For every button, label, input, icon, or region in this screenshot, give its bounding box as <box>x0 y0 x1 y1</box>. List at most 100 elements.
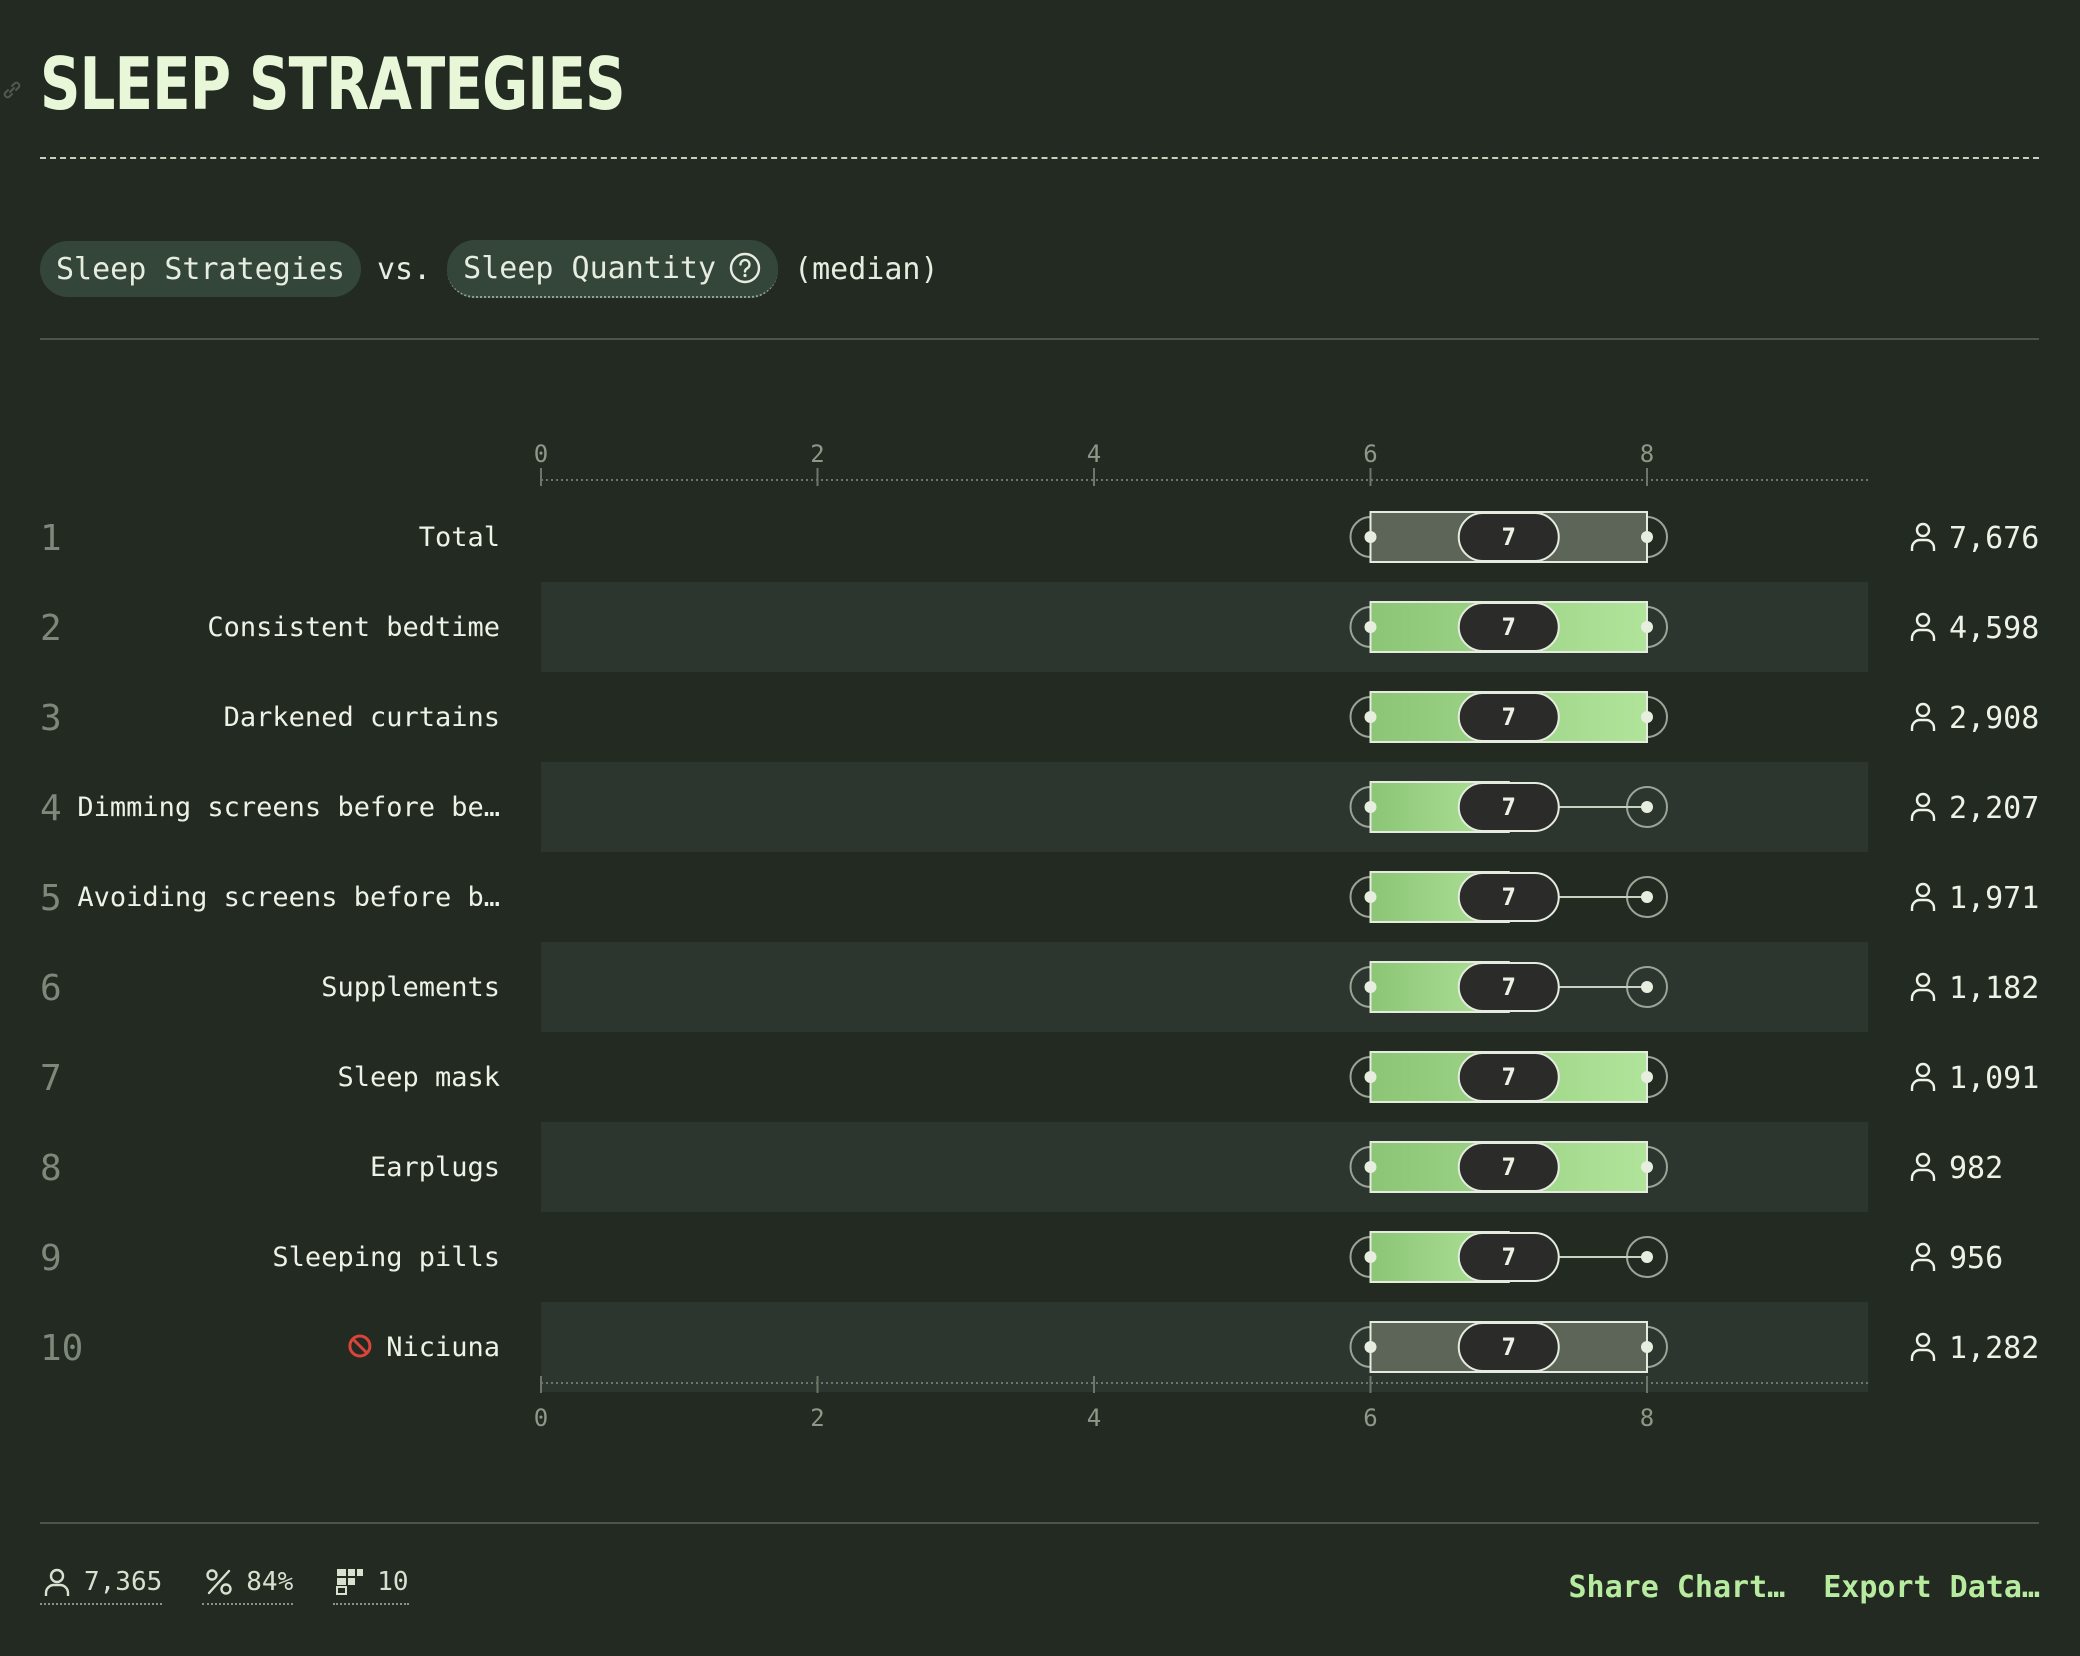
whisker-min-dot <box>1364 711 1377 723</box>
percent-icon <box>206 1569 232 1595</box>
row-label: Supplements <box>321 972 500 1003</box>
whisker-max-dot <box>1641 1341 1653 1353</box>
person-icon <box>1910 522 1936 551</box>
row-rank: 6 <box>40 968 62 1009</box>
percent-stat[interactable]: 84% <box>202 1565 294 1605</box>
row-rank: 9 <box>40 1238 62 1279</box>
person-head <box>1915 612 1931 628</box>
median-label: 7 <box>1502 883 1516 911</box>
row-count: 1,091 <box>1949 1061 2039 1096</box>
footer-divider <box>40 1522 2039 1524</box>
row-label: Niciuna <box>386 1332 500 1363</box>
person-icon <box>1910 702 1936 731</box>
whisker-max-dot <box>1641 1161 1653 1173</box>
whisker-min-dot <box>1364 891 1377 903</box>
chart-row-9: 9 Sleeping pills 7 956 <box>40 1231 2003 1283</box>
person-icon <box>1910 972 1936 1001</box>
person-head <box>1915 522 1931 538</box>
whisker-max-dot <box>1641 621 1653 633</box>
whisker-min-dot <box>1364 1161 1377 1173</box>
footer-stats: 7,365 84% 10 <box>40 1565 409 1605</box>
person-icon <box>1910 612 1936 641</box>
whisker-min-dot <box>1364 801 1377 813</box>
median-label: 7 <box>1502 523 1516 551</box>
person-body <box>1910 1258 1936 1271</box>
no-entry-icon <box>348 1334 372 1358</box>
person-icon <box>1910 1242 1936 1271</box>
row-rank: 7 <box>40 1058 62 1099</box>
row-rank: 8 <box>40 1148 62 1189</box>
chart-row-1: 1 Total 7 7,676 <box>40 511 2039 563</box>
groups-stat[interactable]: 10 <box>333 1565 409 1605</box>
row-label: Dimming screens before be… <box>77 792 500 823</box>
axis-tick-label: 0 <box>534 1404 548 1432</box>
person-head <box>1915 792 1931 808</box>
chart-row-7: 7 Sleep mask 7 1,091 <box>40 1051 2039 1103</box>
median-label: 7 <box>1502 1153 1516 1181</box>
percent-value: 84% <box>246 1567 294 1597</box>
respondents-stat[interactable]: 7,365 <box>40 1565 163 1605</box>
groups-value: 10 <box>377 1567 409 1597</box>
groups-icon <box>336 1569 364 1595</box>
row-count: 1,971 <box>1949 881 2039 916</box>
person-body <box>1910 1078 1936 1091</box>
person-head <box>1915 882 1931 898</box>
axis-tick-label: 8 <box>1640 440 1654 468</box>
person-body <box>1910 808 1936 821</box>
row-rank: 3 <box>40 698 62 739</box>
median-label: 7 <box>1502 1243 1516 1271</box>
whisker-min-dot <box>1364 1341 1377 1353</box>
median-label: 7 <box>1502 703 1516 731</box>
axis-tick-label: 8 <box>1640 1404 1654 1432</box>
axis-tick-label: 2 <box>810 1404 824 1432</box>
person-body <box>1910 898 1936 911</box>
axis-tick-label: 4 <box>1087 440 1101 468</box>
chart-row-3: 3 Darkened curtains 7 2,908 <box>40 691 2039 743</box>
row-count: 1,182 <box>1949 971 2039 1006</box>
row-rank: 10 <box>40 1328 83 1369</box>
row-count: 1,282 <box>1949 1331 2039 1366</box>
row-rank: 1 <box>40 518 62 559</box>
row-stripe <box>541 1122 1869 1212</box>
person-head <box>1915 1242 1931 1258</box>
no-entry-slash <box>351 1337 368 1355</box>
person-head <box>1915 1062 1931 1078</box>
person-icon <box>44 1568 70 1596</box>
person-icon <box>1910 1332 1936 1361</box>
person-body <box>1910 628 1936 641</box>
share-chart-button[interactable]: Share Chart… <box>1569 1570 1786 1605</box>
person-head <box>1915 1152 1931 1168</box>
person-body <box>1910 538 1936 551</box>
row-rank: 5 <box>40 878 62 919</box>
person-icon <box>1910 792 1936 821</box>
person-body <box>1910 988 1936 1001</box>
median-label: 7 <box>1502 1333 1516 1361</box>
row-count: 4,598 <box>1949 611 2039 646</box>
whisker-min-dot <box>1364 531 1377 543</box>
row-label: Earplugs <box>370 1152 500 1183</box>
row-stripe <box>541 942 1869 1032</box>
whisker-max-dot <box>1641 531 1653 543</box>
boxplot-chart: 0 2 4 6 8 0 2 4 6 8 1 Total 7 7,676 2 Consistent bedtim… <box>40 440 2039 1432</box>
person-head <box>1915 1332 1931 1348</box>
export-data-button[interactable]: Export Data… <box>1823 1570 2040 1605</box>
whisker-max-dot <box>1641 1251 1653 1263</box>
person-body <box>1910 718 1936 731</box>
person-icon <box>1910 1062 1936 1091</box>
axis-tick-label: 6 <box>1363 1404 1377 1432</box>
row-label: Sleep mask <box>337 1062 500 1093</box>
person-head <box>1915 972 1931 988</box>
row-rank: 2 <box>40 608 62 649</box>
row-label: Total <box>419 522 500 553</box>
whisker-min-dot <box>1364 621 1377 633</box>
row-label: Sleeping pills <box>272 1242 500 1273</box>
person-head <box>1915 702 1931 718</box>
footer-actions: Share Chart… Export Data… <box>1569 1570 2041 1605</box>
row-count: 956 <box>1949 1241 2003 1276</box>
row-stripe <box>541 582 1869 672</box>
chart-row-5: 5 Avoiding screens before b… 7 1,971 <box>40 871 2039 923</box>
whisker-min-dot <box>1364 1251 1377 1263</box>
person-icon <box>1910 882 1936 911</box>
row-stripe <box>541 762 1869 852</box>
row-count: 7,676 <box>1949 521 2039 556</box>
